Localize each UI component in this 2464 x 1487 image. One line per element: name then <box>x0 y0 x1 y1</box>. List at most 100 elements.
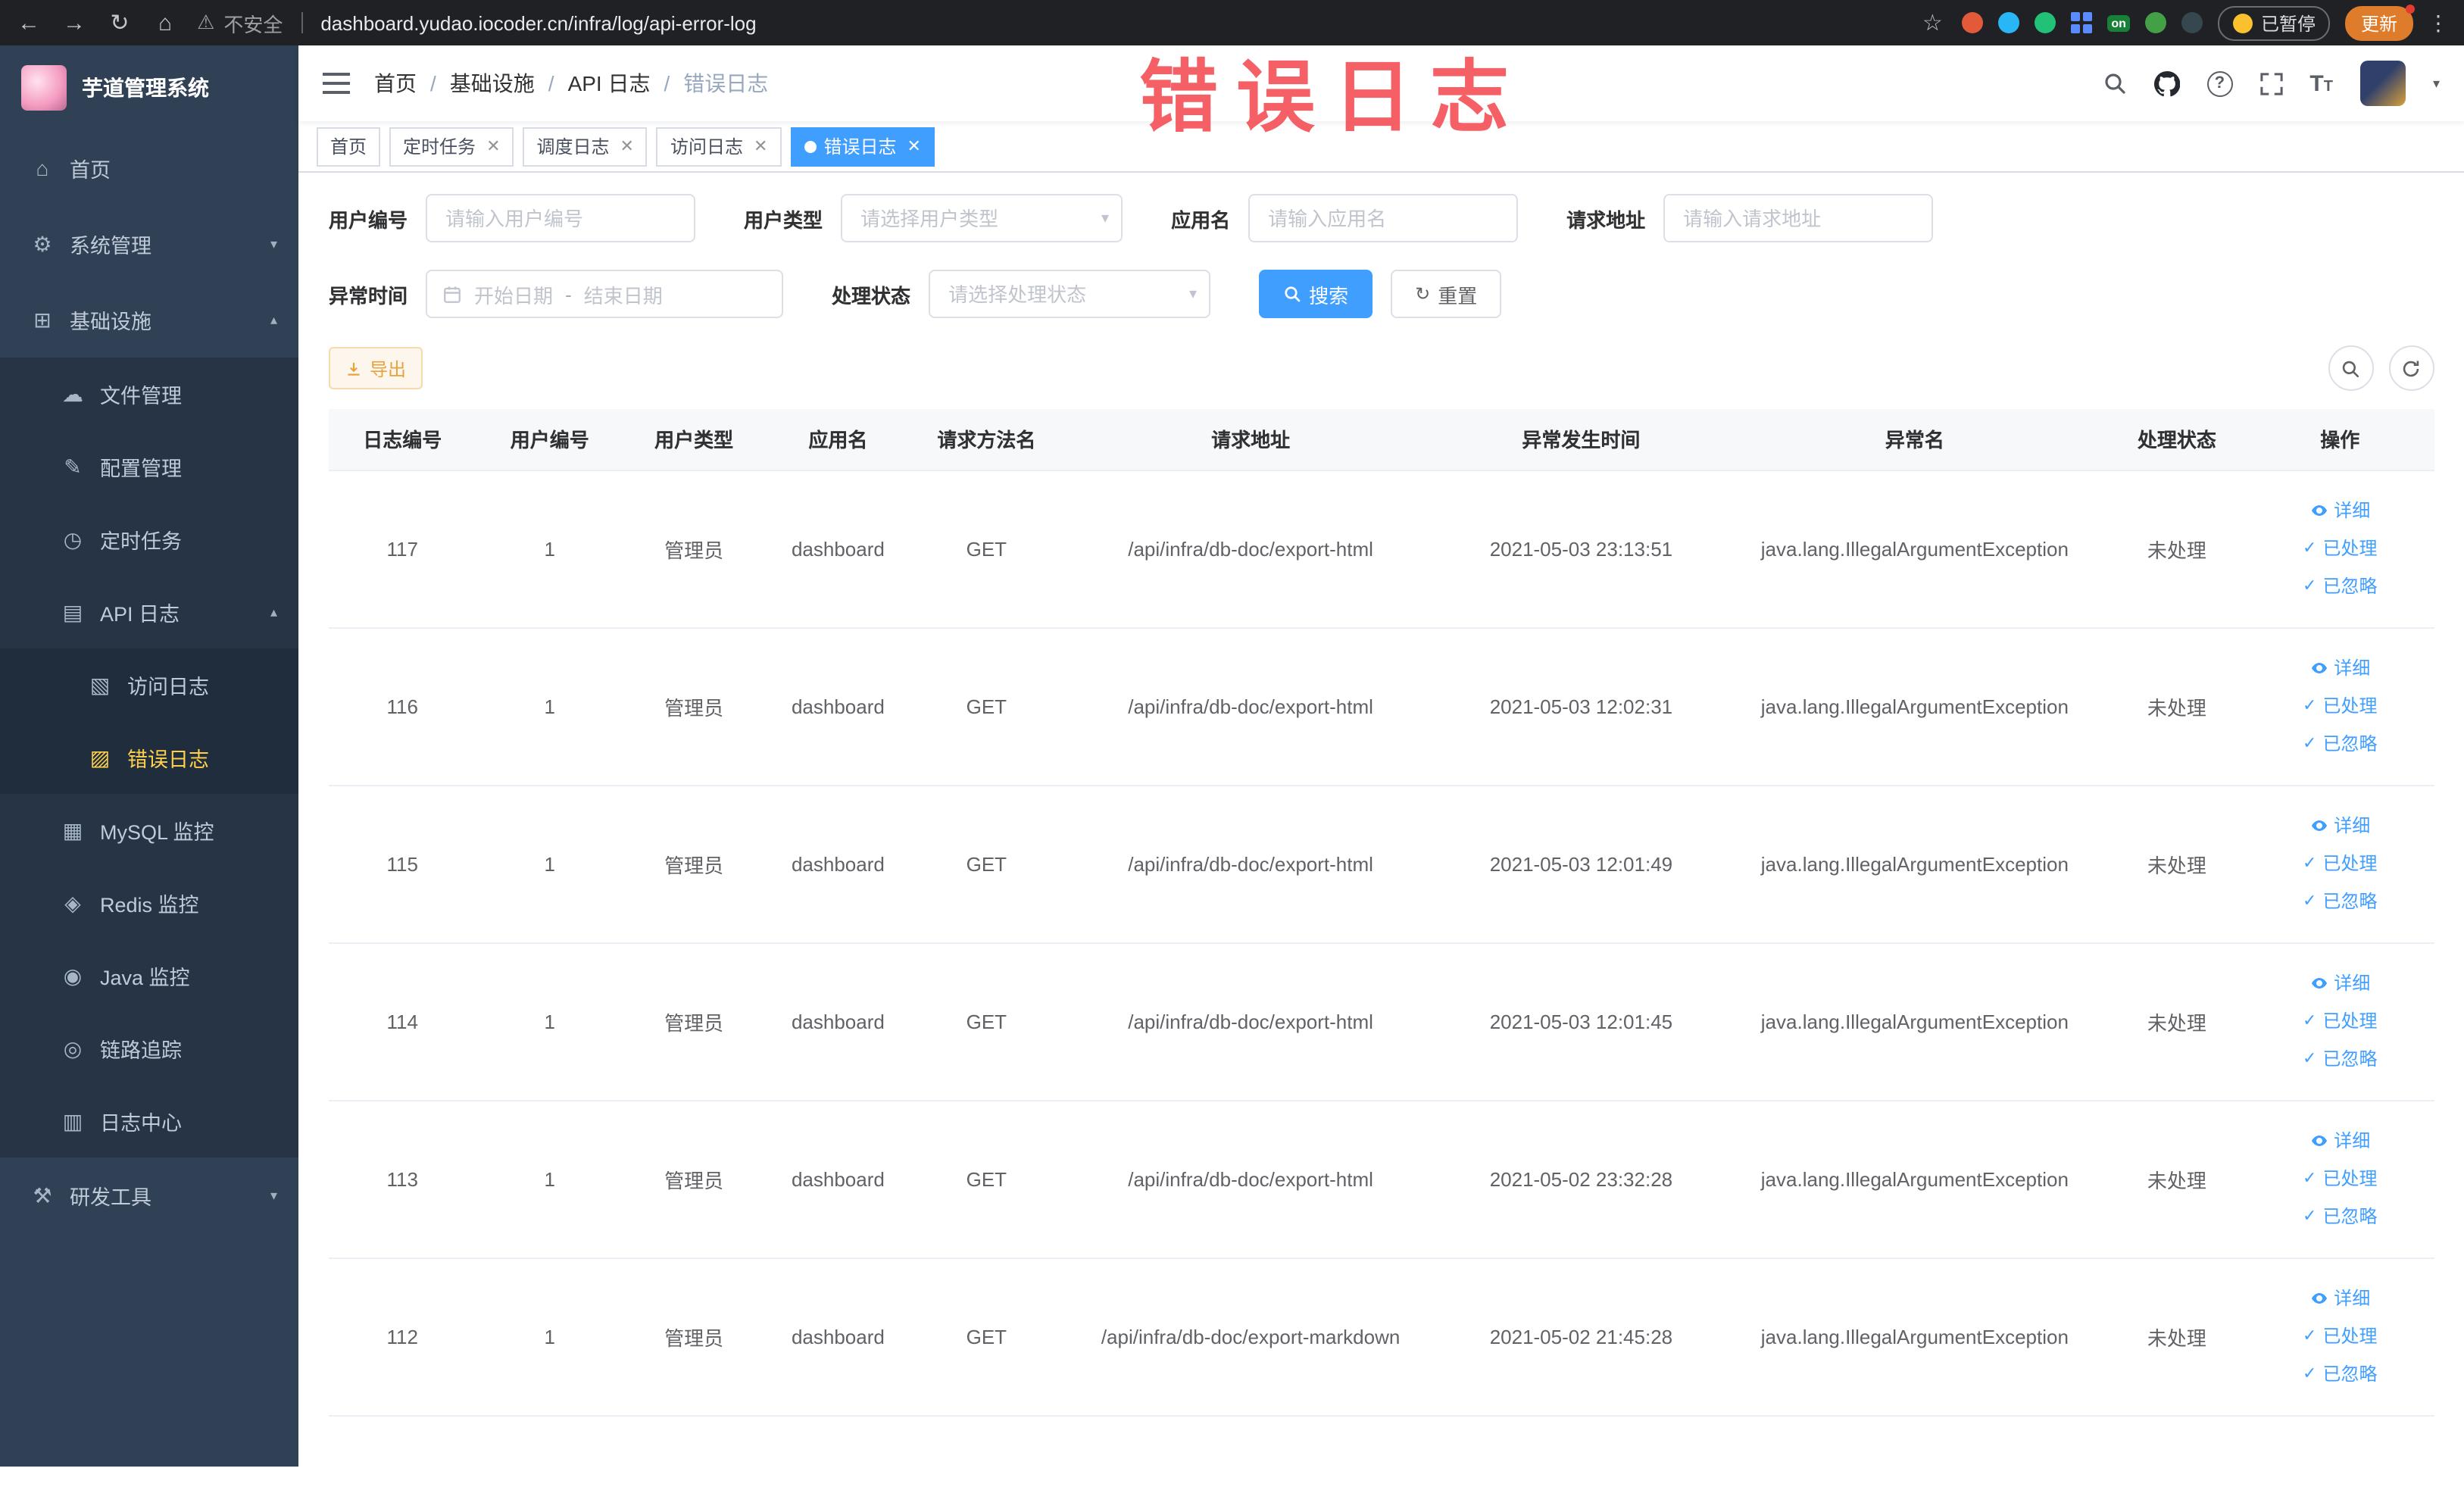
sidebar-item-log-center[interactable]: ▥ 日志中心 <box>0 1085 298 1157</box>
fullscreen-icon[interactable] <box>2259 72 2282 95</box>
sidebar-item-java-monitor[interactable]: ◉ Java 监控 <box>0 939 298 1012</box>
detail-link[interactable]: 详细 <box>2253 964 2428 1002</box>
sidebar-item-api-log[interactable]: ▤ API 日志 ▴ <box>0 576 298 648</box>
tab-error-log[interactable]: 错误日志 ✕ <box>790 127 935 166</box>
tab-schedule-log[interactable]: 调度日志 ✕ <box>523 127 648 166</box>
cell-request-url: /api/infra/db-doc/export-html <box>1060 470 1441 628</box>
table-row: 114 1 管理员 dashboard GET /api/infra/db-do… <box>329 942 2434 1101</box>
github-icon[interactable] <box>2153 70 2180 96</box>
search-icon[interactable] <box>2102 71 2126 95</box>
sidebar-item-error-log[interactable]: ▨ 错误日志 <box>0 721 298 794</box>
detail-link[interactable]: 详细 <box>2253 807 2428 845</box>
close-icon[interactable]: ✕ <box>486 136 500 156</box>
sidebar-item-access-log[interactable]: ▧ 访问日志 <box>0 648 298 721</box>
detail-link[interactable]: 详细 <box>2253 1279 2428 1317</box>
help-icon[interactable]: ? <box>2206 70 2233 96</box>
ignore-link-label: 已忽略 <box>2322 1205 2378 1226</box>
sidebar-item-tracing[interactable]: ◎ 链路追踪 <box>0 1012 298 1085</box>
breadcrumb-item[interactable]: 基础设施 <box>450 68 535 98</box>
ignore-link[interactable]: ✓ 已忽略 <box>2253 567 2428 605</box>
sidebar-item-devtools[interactable]: ⚒ 研发工具 ▾ <box>0 1157 298 1233</box>
close-icon[interactable]: ✕ <box>754 136 767 156</box>
cell-log-id: 116 <box>329 627 476 786</box>
process-link[interactable]: ✓ 已处理 <box>2253 687 2428 725</box>
bookmark-star-icon[interactable]: ☆ <box>1919 9 1946 36</box>
detail-link[interactable]: 详细 <box>2253 1122 2428 1160</box>
extension-icon[interactable] <box>2034 12 2056 33</box>
process-link[interactable]: ✓ 已处理 <box>2253 530 2428 567</box>
date-range-picker[interactable]: 开始日期 - 结束日期 <box>426 270 784 318</box>
sidebar-item-system[interactable]: ⚙ 系统管理 ▾ <box>0 206 298 282</box>
request-url-input[interactable] <box>1663 194 1934 242</box>
logo-image <box>21 65 67 111</box>
tab-home[interactable]: 首页 <box>317 127 381 166</box>
paused-button[interactable]: 已暂停 <box>2218 5 2331 40</box>
app-name-input[interactable] <box>1248 194 1519 242</box>
sidebar-item-config-manage[interactable]: ✎ 配置管理 <box>0 430 298 503</box>
sidebar-collapse-icon[interactable] <box>323 73 350 94</box>
sidebar-item-infra[interactable]: ⊞ 基础设施 ▴ <box>0 282 298 358</box>
extension-on-icon[interactable]: on <box>2106 14 2131 31</box>
home-icon[interactable]: ⌂ <box>151 10 179 36</box>
extension-icon[interactable] <box>1961 12 1983 33</box>
cell-exception-time: 2021-05-03 23:13:51 <box>1440 470 1722 628</box>
calendar-icon <box>444 286 461 302</box>
reset-button[interactable]: ↻ 重置 <box>1391 270 1502 318</box>
font-size-icon[interactable]: TT <box>2309 70 2333 96</box>
ignore-link[interactable]: ✓ 已忽略 <box>2253 883 2428 920</box>
filter-label: 应用名 <box>1171 208 1231 231</box>
app-logo[interactable]: 芋道管理系统 <box>0 45 298 130</box>
process-link[interactable]: ✓ 已处理 <box>2253 845 2428 883</box>
close-icon[interactable]: ✕ <box>620 136 634 156</box>
extension-grid-icon[interactable] <box>2070 12 2092 33</box>
tab-scheduled-jobs[interactable]: 定时任务 ✕ <box>389 127 514 166</box>
page-content: 用户编号 用户类型 ▾ 应用名 请 <box>298 173 2464 1467</box>
tab-access-log[interactable]: 访问日志 ✕ <box>656 127 782 166</box>
ignore-link[interactable]: ✓ 已忽略 <box>2253 1040 2428 1078</box>
refresh-button[interactable] <box>2388 345 2434 391</box>
filter-label: 请求地址 <box>1566 208 1646 231</box>
breadcrumb-item[interactable]: 首页 <box>374 68 417 98</box>
ignore-link[interactable]: ✓ 已忽略 <box>2253 1198 2428 1236</box>
sidebar-item-redis-monitor[interactable]: ◈ Redis 监控 <box>0 867 298 939</box>
process-link[interactable]: ✓ 已处理 <box>2253 1317 2428 1355</box>
close-icon[interactable]: ✕ <box>907 136 920 156</box>
menu-kebab-icon[interactable]: ⋮ <box>2428 10 2449 36</box>
start-date-placeholder: 开始日期 <box>474 284 554 307</box>
divider <box>301 12 303 33</box>
avatar[interactable] <box>2359 61 2406 106</box>
forward-icon[interactable]: → <box>61 10 88 36</box>
detail-link[interactable]: 详细 <box>2253 492 2428 530</box>
cell-user-type: 管理员 <box>623 785 765 943</box>
address-url[interactable]: dashboard.yudao.iocoder.cn/infra/log/api… <box>320 11 1900 34</box>
ignore-link[interactable]: ✓ 已忽略 <box>2253 1355 2428 1393</box>
back-icon[interactable]: ← <box>15 10 42 36</box>
extension-icon[interactable] <box>1997 12 2019 33</box>
reload-icon[interactable]: ↻ <box>106 9 133 36</box>
process-link[interactable]: ✓ 已处理 <box>2253 1002 2428 1040</box>
sidebar-item-home[interactable]: ⌂ 首页 <box>0 130 298 206</box>
filter-label: 异常时间 <box>329 284 408 307</box>
sidebar-item-file-manage[interactable]: ☁ 文件管理 <box>0 358 298 430</box>
export-button[interactable]: 导出 <box>329 347 423 389</box>
user-type-select[interactable] <box>841 194 1123 242</box>
cell-app-name: dashboard <box>764 1257 912 1416</box>
extension-icon[interactable] <box>2145 12 2167 33</box>
user-id-input[interactable] <box>426 194 696 242</box>
sidebar-item-mysql-monitor[interactable]: ▦ MySQL 监控 <box>0 794 298 867</box>
search-toggle-button[interactable] <box>2328 345 2373 391</box>
extension-icon[interactable] <box>2181 12 2203 33</box>
detail-link-label: 详细 <box>2334 499 2371 520</box>
detail-link[interactable]: 详细 <box>2253 649 2428 687</box>
process-status-select[interactable] <box>929 270 1211 318</box>
update-button[interactable]: 更新 <box>2345 4 2414 40</box>
notification-dot <box>2405 4 2414 13</box>
breadcrumb-item[interactable]: API 日志 <box>568 68 651 98</box>
process-link[interactable]: ✓ 已处理 <box>2253 1160 2428 1198</box>
ignore-link[interactable]: ✓ 已忽略 <box>2253 725 2428 763</box>
sidebar-item-scheduled-jobs[interactable]: ◷ 定时任务 <box>0 503 298 576</box>
cell-request-url: /api/infra/db-doc/export-html <box>1060 942 1441 1101</box>
search-button[interactable]: 搜索 <box>1259 270 1373 318</box>
chevron-down-icon[interactable]: ▾ <box>2433 75 2440 92</box>
security-chip[interactable]: ⚠ 不安全 <box>197 8 283 37</box>
